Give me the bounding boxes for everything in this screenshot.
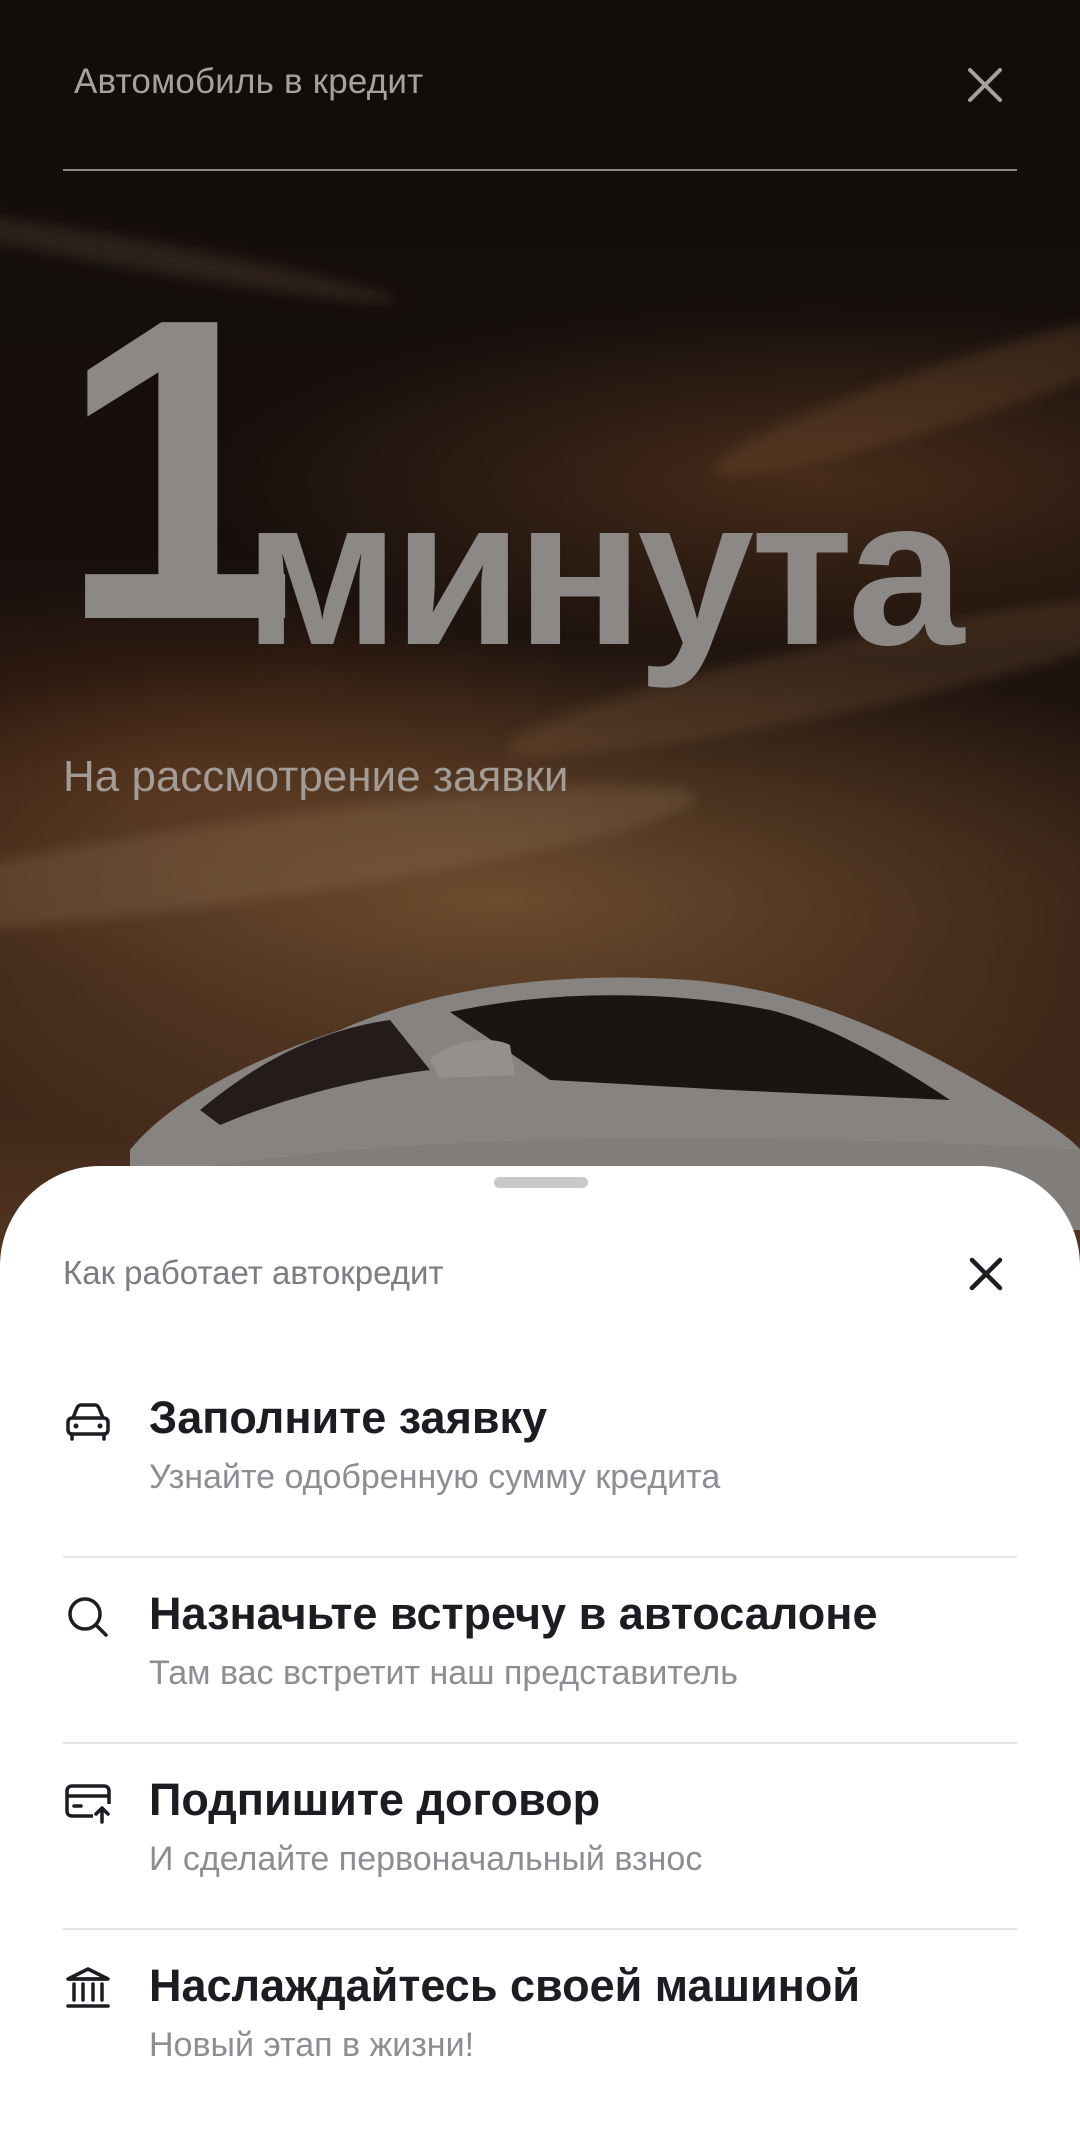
page-title: Автомобиль в кредит (74, 62, 424, 101)
hero-number: 1 (58, 230, 297, 710)
list-item: Назначьте встречу в автосалоне Там вас в… (63, 1556, 1017, 1742)
car-icon (66, 1403, 110, 1441)
card-payment-icon (65, 1784, 111, 1824)
step-description: Там вас встретит наш представитель (149, 1654, 738, 1692)
hero-unit: минута (244, 454, 964, 689)
step-description: Новый этап в жизни! (149, 2026, 475, 2064)
step-description: И сделайте первоначальный взнос (149, 1840, 703, 1878)
step-title: Назначьте встречу в автосалоне (149, 1588, 878, 1639)
step-title: Наслаждайтесь своей машиной (149, 1960, 860, 2011)
close-icon[interactable] (964, 1252, 1008, 1296)
steps-list: Заполните заявку Узнайте одобренную сумм… (63, 1370, 1017, 2114)
step-description: Узнайте одобренную сумму кредита (149, 1458, 721, 1496)
search-icon (68, 1597, 108, 1637)
close-icon[interactable] (962, 62, 1008, 108)
step-title: Подпишите договор (149, 1774, 601, 1825)
list-item: Наслаждайтесь своей машиной Новый этап в… (63, 1928, 1017, 2114)
step-title: Заполните заявку (149, 1392, 548, 1443)
list-item: Подпишите договор И сделайте первоначаль… (63, 1742, 1017, 1928)
sheet-drag-handle[interactable] (494, 1177, 588, 1188)
hero-subtitle: На рассмотрение заявки (63, 752, 569, 801)
bank-icon (66, 1967, 110, 2008)
header-divider (63, 169, 1017, 171)
list-item: Заполните заявку Узнайте одобренную сумм… (63, 1370, 1017, 1556)
sheet-title: Как работает автокредит (63, 1254, 444, 1291)
